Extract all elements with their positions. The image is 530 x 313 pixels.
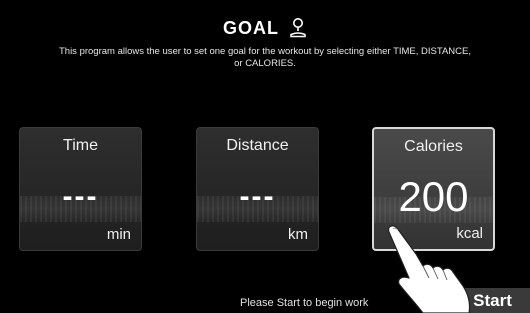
location-pin-icon	[290, 18, 306, 38]
page-title: GOAL	[223, 17, 279, 38]
goal-screen: GOAL This program allows the user to set…	[0, 0, 530, 313]
card-unit: km	[288, 226, 308, 243]
card-value: ---	[62, 180, 99, 213]
description-text: This program allows the user to set one …	[58, 46, 472, 69]
start-hint-text: Please Start to begin work	[240, 297, 369, 309]
pointing-hand-icon	[388, 225, 471, 313]
card-label: Calories	[404, 138, 463, 155]
card-label: Distance	[226, 137, 289, 154]
card-value: ---	[239, 180, 276, 213]
time-goal-card[interactable]: Time --- min	[19, 127, 142, 251]
title-row: GOAL	[0, 14, 530, 42]
card-unit: min	[106, 226, 131, 243]
distance-goal-card[interactable]: Distance --- km	[196, 127, 319, 251]
card-label: Time	[63, 137, 98, 154]
header: GOAL This program allows the user to set…	[0, 14, 530, 70]
card-value: 200	[398, 173, 469, 220]
